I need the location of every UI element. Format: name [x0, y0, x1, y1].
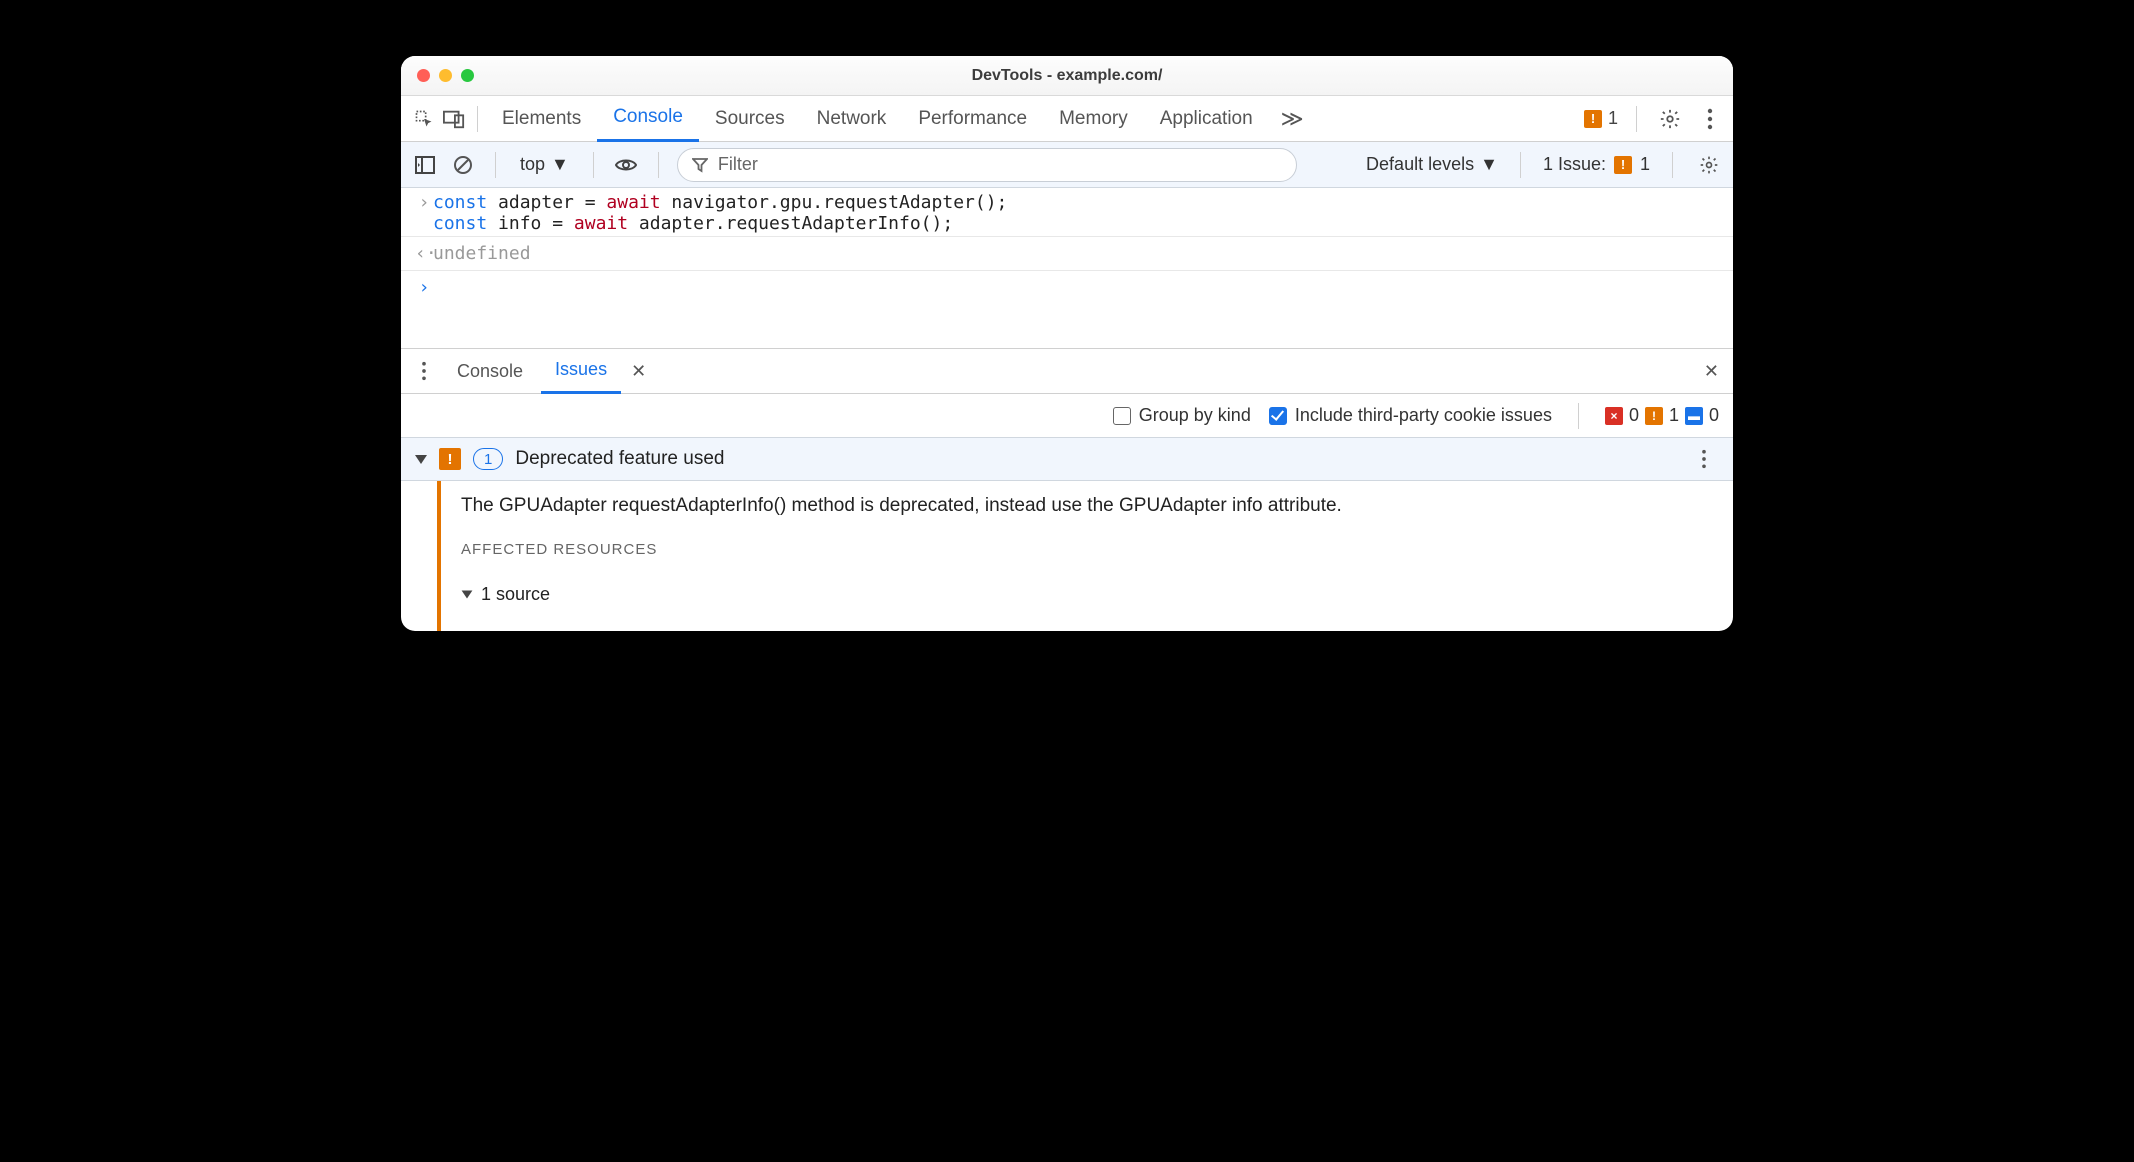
context-label: top	[520, 154, 545, 175]
affected-resources-label: AFFECTED RESOURCES	[461, 541, 1342, 558]
output-chevron-icon: ‹·	[415, 243, 433, 264]
window-controls	[417, 69, 474, 82]
expand-triangle-icon	[415, 455, 427, 464]
more-tabs-button[interactable]: ≫	[1269, 106, 1316, 132]
warning-icon: !	[1614, 156, 1632, 174]
console-subbar: top ▼ Filter Default levels ▼ 1 Issue: !…	[401, 142, 1733, 188]
warning-count: 1	[1669, 405, 1679, 426]
drawer-kebab-icon[interactable]	[409, 356, 439, 386]
issue-message: The GPUAdapter requestAdapterInfo() meth…	[461, 495, 1342, 517]
issues-toolbar: Group by kind Include third-party cookie…	[401, 394, 1733, 438]
panel-tabs: Elements Console Sources Network Perform…	[486, 96, 1316, 142]
tab-performance[interactable]: Performance	[902, 96, 1043, 142]
log-levels-selector[interactable]: Default levels ▼	[1366, 154, 1498, 175]
titlebar: DevTools - example.com/	[401, 56, 1733, 96]
filter-input[interactable]: Filter	[677, 148, 1297, 182]
result-value: undefined	[433, 243, 531, 264]
tab-elements[interactable]: Elements	[486, 96, 597, 142]
tab-console[interactable]: Console	[597, 96, 699, 142]
issue-kebab-icon[interactable]	[1689, 444, 1719, 474]
console-settings-gear-icon[interactable]	[1695, 151, 1723, 179]
inspect-element-icon[interactable]	[409, 104, 439, 134]
close-drawer-icon[interactable]: ✕	[1698, 361, 1725, 382]
levels-divider-2	[1672, 152, 1673, 178]
info-count: 0	[1709, 405, 1719, 426]
tab-application[interactable]: Application	[1144, 96, 1269, 142]
filter-placeholder: Filter	[718, 154, 758, 175]
drawer-tab-console[interactable]: Console	[443, 348, 537, 394]
source-label: 1 source	[481, 584, 550, 605]
issue-count-pill: 1	[473, 448, 503, 470]
tab-memory[interactable]: Memory	[1043, 96, 1144, 142]
issues-toolbar-divider	[1578, 403, 1579, 429]
prompt-chevron-icon: ›	[415, 277, 433, 298]
filter-icon	[692, 157, 708, 173]
issues-summary[interactable]: 1 Issue: ! 1	[1543, 154, 1650, 175]
console-input-history[interactable]: › const adapter = await navigator.gpu.re…	[401, 188, 1733, 237]
issues-count: 1	[1640, 154, 1650, 175]
console-result[interactable]: ‹· undefined	[401, 237, 1733, 271]
warning-icon: !	[439, 448, 461, 470]
code-block: const adapter = await navigator.gpu.requ…	[433, 192, 1007, 234]
kebab-menu-icon[interactable]	[1695, 104, 1725, 134]
console-output: › const adapter = await navigator.gpu.re…	[401, 188, 1733, 348]
settings-gear-icon[interactable]	[1655, 104, 1685, 134]
drawer-tab-issues[interactable]: Issues	[541, 348, 621, 394]
context-selector[interactable]: top ▼	[514, 154, 575, 175]
expand-triangle-icon	[462, 590, 473, 598]
issue-row-header[interactable]: ! 1 Deprecated feature used	[401, 438, 1733, 481]
issue-count-toolbar[interactable]: ! 1	[1584, 108, 1618, 129]
subbar-divider-2	[593, 152, 594, 178]
issue-counts: × 0 ! 1 ▬ 0	[1605, 405, 1719, 426]
source-row[interactable]: 1 source	[461, 584, 1342, 605]
toolbar-divider-2	[1636, 106, 1637, 132]
sidebar-toggle-icon[interactable]	[411, 151, 439, 179]
clear-console-icon[interactable]	[449, 151, 477, 179]
maximize-window-button[interactable]	[461, 69, 474, 82]
main-toolbar: Elements Console Sources Network Perform…	[401, 96, 1733, 142]
tab-network[interactable]: Network	[801, 96, 903, 142]
warning-icon: !	[1645, 407, 1663, 425]
third-party-checkbox[interactable]: Include third-party cookie issues	[1269, 405, 1552, 426]
toolbar-divider	[477, 106, 478, 132]
issue-title: Deprecated feature used	[515, 448, 724, 470]
warn-count: 1	[1608, 108, 1618, 129]
close-drawer-tab-icon[interactable]: ✕	[625, 361, 652, 382]
close-window-button[interactable]	[417, 69, 430, 82]
input-chevron-icon: ›	[415, 192, 433, 213]
issue-body: The GPUAdapter requestAdapterInfo() meth…	[401, 481, 1733, 631]
minimize-window-button[interactable]	[439, 69, 452, 82]
subbar-divider	[495, 152, 496, 178]
checkbox-icon	[1113, 407, 1131, 425]
tab-sources[interactable]: Sources	[699, 96, 801, 142]
console-prompt[interactable]: ›	[401, 271, 1733, 328]
error-icon: ×	[1605, 407, 1623, 425]
subbar-divider-3	[658, 152, 659, 178]
devtools-window: DevTools - example.com/ Elements Console…	[401, 56, 1733, 631]
dropdown-icon: ▼	[551, 154, 569, 175]
window-title: DevTools - example.com/	[401, 67, 1733, 85]
third-party-label: Include third-party cookie issues	[1295, 405, 1552, 426]
error-count: 0	[1629, 405, 1639, 426]
dropdown-icon: ▼	[1480, 154, 1498, 175]
group-by-kind-checkbox[interactable]: Group by kind	[1113, 405, 1251, 426]
drawer-tabs: Console Issues ✕ ✕	[401, 348, 1733, 394]
issues-label: 1 Issue:	[1543, 154, 1606, 175]
device-toolbar-icon[interactable]	[439, 104, 469, 134]
levels-label: Default levels	[1366, 154, 1474, 175]
warning-icon: !	[1584, 110, 1602, 128]
live-expression-icon[interactable]	[612, 151, 640, 179]
group-by-kind-label: Group by kind	[1139, 405, 1251, 426]
checkbox-checked-icon	[1269, 407, 1287, 425]
info-icon: ▬	[1685, 407, 1703, 425]
levels-divider	[1520, 152, 1521, 178]
